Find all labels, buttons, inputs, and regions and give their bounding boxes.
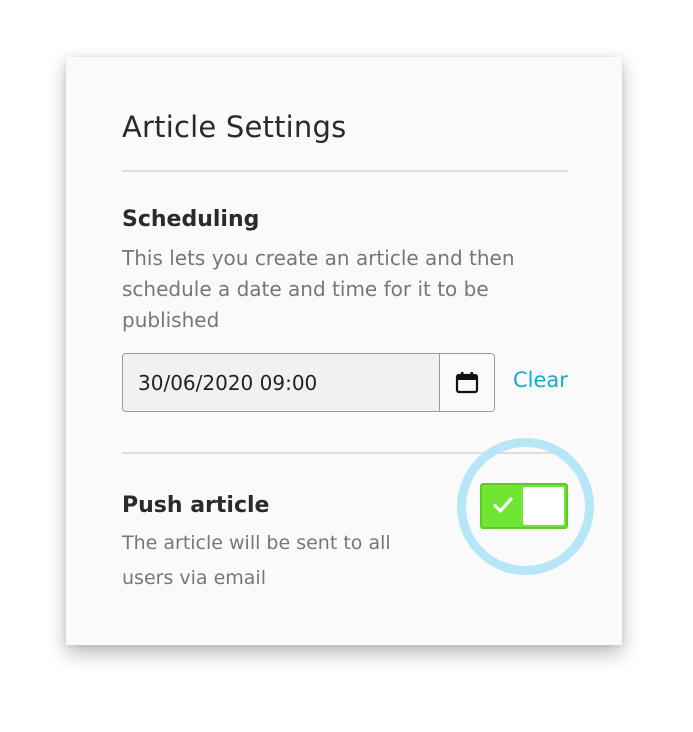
article-settings-panel: Article Settings Scheduling This lets yo… — [66, 57, 622, 645]
panel-title: Article Settings — [122, 110, 347, 144]
calendar-icon — [455, 371, 479, 393]
divider — [122, 170, 568, 172]
calendar-button[interactable] — [439, 354, 494, 411]
push-article-title: Push article — [122, 493, 270, 518]
scheduling-title: Scheduling — [122, 207, 260, 232]
check-icon — [493, 497, 513, 513]
push-article-toggle[interactable] — [480, 483, 568, 529]
clear-date-link[interactable]: Clear — [513, 368, 568, 392]
schedule-date-input[interactable] — [123, 354, 439, 411]
scheduling-description: This lets you create an article and then… — [122, 246, 515, 332]
schedule-date-field — [122, 353, 495, 412]
toggle-knob — [523, 487, 564, 525]
push-article-description: The article will be sent to all users vi… — [122, 532, 391, 589]
